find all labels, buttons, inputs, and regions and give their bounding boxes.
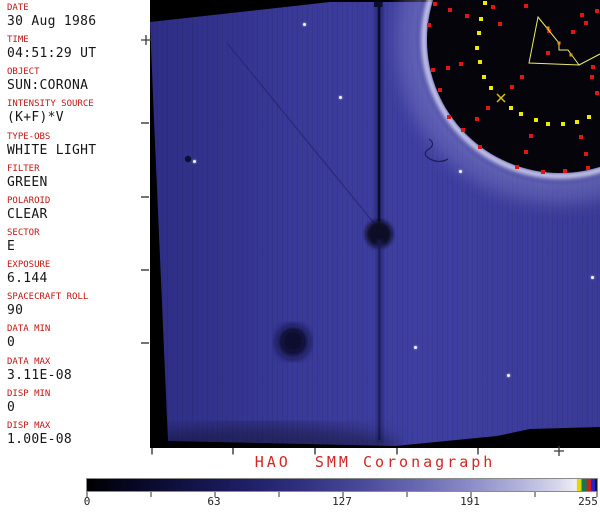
pylon-top <box>374 2 383 7</box>
field-value: WHITE LIGHT <box>7 142 97 158</box>
dark-speck <box>184 155 192 163</box>
coronagraph-image[interactable] <box>150 0 600 448</box>
field-value: 6.144 <box>7 271 48 287</box>
field-value: GREEN <box>7 174 48 190</box>
field-label: DATA MAX <box>7 356 51 367</box>
colorbar-tick-label: 0 <box>83 495 91 508</box>
metadata-field: SPACECRAFT ROLL 90 <box>0 292 150 324</box>
field-label: DISP MIN <box>7 388 51 399</box>
coronagraph-viewer: DATE 30 Aug 1986 TIME 04:51:29 UT OBJECT SUN:… <box>0 0 600 512</box>
colorbar-tick-label: 191 <box>460 495 480 508</box>
pylon-seam <box>378 240 381 440</box>
metadata-field: DATE 30 Aug 1986 <box>0 3 150 35</box>
field-label: EXPOSURE <box>7 260 51 271</box>
field-label: TIME <box>7 35 29 46</box>
metadata-field: OBJECT SUN:CORONA <box>0 67 150 99</box>
colorbar <box>86 478 598 492</box>
field-value: 0 <box>7 399 16 415</box>
field-value: CLEAR <box>7 206 48 222</box>
metadata-field: DATA MIN 0 <box>0 324 150 356</box>
metadata-field: DATA MAX 3.11E-08 <box>0 357 150 389</box>
field-label: OBJECT <box>7 67 40 78</box>
field-value: (K+F)*V <box>7 110 64 126</box>
colorbar-tick-label: 255 <box>578 495 598 508</box>
metadata-panel: DATE 30 Aug 1986 TIME 04:51:29 UT OBJECT SUN:… <box>0 0 150 448</box>
page-title: HAO SMM Coronagraph <box>254 453 496 471</box>
field-label: DATA MIN <box>7 324 51 335</box>
coronagraph-scene <box>150 0 600 448</box>
field-value: 04:51:29 UT <box>7 46 97 62</box>
field-value: 1.00E-08 <box>7 431 73 447</box>
metadata-field: DISP MAX 1.00E-08 <box>0 421 150 453</box>
field-value: 3.11E-08 <box>7 367 73 383</box>
colorbar-tick-label: 63 <box>207 495 221 508</box>
field-label: INTENSITY SOURCE <box>7 99 94 110</box>
field-label: SECTOR <box>7 227 40 238</box>
metadata-field: DISP MIN 0 <box>0 389 150 421</box>
metadata-field: FILTER GREEN <box>0 164 150 196</box>
field-value: E <box>7 238 16 254</box>
colorbar-labels: 0 63 127 191 255 <box>0 495 600 509</box>
field-value: 0 <box>7 335 16 351</box>
field-label: FILTER <box>7 163 40 174</box>
colorbar-tick-label: 127 <box>332 495 352 508</box>
field-label: SPACECRAFT ROLL <box>7 292 89 303</box>
metadata-field: SECTOR E <box>0 228 150 260</box>
field-label: POLAROID <box>7 195 51 206</box>
metadata-field: POLAROID CLEAR <box>0 196 150 228</box>
field-label: DATE <box>7 3 29 13</box>
field-value: 90 <box>7 303 24 319</box>
field-label: TYPE-OBS <box>7 131 51 142</box>
dust-blob-core <box>282 330 304 352</box>
metadata-field: TYPE-OBS WHITE LIGHT <box>0 132 150 164</box>
field-value: SUN:CORONA <box>7 78 89 94</box>
field-value: 30 Aug 1986 <box>7 14 97 29</box>
metadata-field: EXPOSURE 6.144 <box>0 260 150 292</box>
field-label: DISP MAX <box>7 420 51 431</box>
metadata-field: TIME 04:51:29 UT <box>0 35 150 67</box>
metadata-field: INTENSITY SOURCE (K+F)*V <box>0 99 150 131</box>
pylon <box>377 2 381 233</box>
